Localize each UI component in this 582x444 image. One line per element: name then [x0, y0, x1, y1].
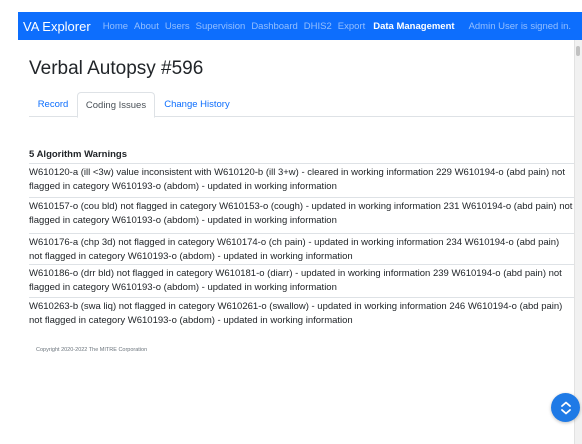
warning-row: W610176-a (chp 3d) not flagged in catego…: [29, 234, 574, 265]
warning-row: W610120-a (ill <3w) value inconsistent w…: [29, 164, 574, 198]
nav-link-home[interactable]: Home: [103, 21, 128, 32]
tab-record[interactable]: Record: [29, 92, 77, 117]
nav-link-data-management[interactable]: Data Management: [373, 21, 454, 32]
brand-link[interactable]: VA Explorer: [23, 19, 91, 34]
record-tabs: Record Coding Issues Change History: [29, 92, 574, 118]
up-down-chevrons-icon: [560, 401, 571, 414]
nav-link-dhis2[interactable]: DHIS2: [304, 21, 332, 32]
warning-row: W610157-o (cou bld) not flagged in categ…: [29, 198, 574, 234]
warning-row: W610186-o (drr bld) not flagged in categ…: [29, 265, 574, 298]
scrollbar-thumb[interactable]: [576, 46, 580, 56]
signed-in-status: Admin User is signed in.: [468, 20, 571, 32]
nav-link-supervision[interactable]: Supervision: [196, 21, 246, 32]
warning-row: W610263-b (swa liq) not flagged in categ…: [29, 301, 563, 326]
nav-link-dashboard[interactable]: Dashboard: [251, 21, 297, 32]
tab-coding-issues[interactable]: Coding Issues: [77, 92, 155, 118]
page-title: Verbal Autopsy #596: [29, 58, 204, 79]
warnings-header: 5 Algorithm Warnings: [29, 148, 574, 164]
page-scrollbar[interactable]: [574, 40, 582, 444]
nav-link-about[interactable]: About: [134, 21, 159, 32]
copyright-text: Copyright 2020-2022 The MITRE Corporatio…: [36, 347, 148, 353]
nav-link-export[interactable]: Export: [338, 21, 365, 32]
nav-link-users[interactable]: Users: [165, 21, 190, 32]
scroll-toggle-button[interactable]: [551, 393, 580, 422]
tab-change-history[interactable]: Change History: [157, 92, 237, 117]
top-navbar: VA Explorer Home About Users Supervision…: [18, 12, 582, 40]
